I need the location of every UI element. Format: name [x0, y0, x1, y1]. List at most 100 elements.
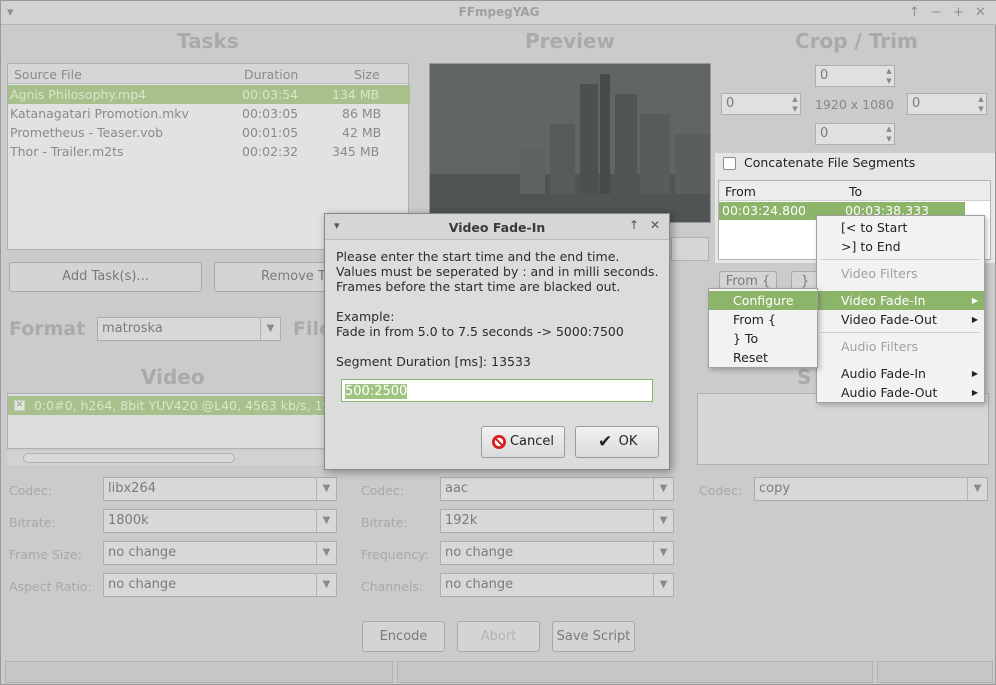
audio-bitrate-value: 192k — [445, 513, 478, 528]
status-bar-left — [5, 661, 393, 683]
audio-codec-label: Codec: — [361, 483, 405, 498]
format-select[interactable]: matroska ▼ — [97, 317, 281, 341]
spinner-arrows-icon[interactable]: ▲ ▼ — [884, 124, 894, 144]
crop-bottom-spinner[interactable]: 0 ▲ ▼ — [815, 123, 895, 145]
menu-item-video-fade-in[interactable]: Video Fade-In ▶ — [817, 291, 984, 310]
video-fade-in-label: Video Fade-In — [841, 293, 926, 308]
row-size: 42 MB — [342, 125, 382, 140]
stream-text: 0:0#0, h264, 8bit YUV420 @L40, 4563 kb/s… — [34, 398, 331, 413]
segment-context-menu: [< to Start >] to End Video Filters Vide… — [816, 215, 985, 403]
close-icon[interactable]: ✕ — [975, 5, 986, 20]
video-title: Video — [141, 365, 205, 389]
video-bitrate-select[interactable]: 1800k ▼ — [103, 509, 337, 533]
preview-slider-stub[interactable] — [671, 237, 709, 261]
frequency-select[interactable]: no change ▼ — [440, 541, 674, 565]
status-bar-middle — [397, 661, 873, 683]
audio-fade-out-label: Audio Fade-Out — [841, 385, 938, 400]
cancel-icon — [492, 435, 506, 449]
remove-task-button[interactable]: Remove Ta — [214, 262, 334, 292]
chevron-down-icon: ▼ — [653, 574, 673, 596]
video-codec-value: libx264 — [108, 481, 156, 496]
menu-item-to-start[interactable]: [< to Start — [817, 218, 984, 237]
submenu-arrow-icon: ▶ — [971, 296, 978, 305]
scrollbar-thumb[interactable] — [23, 453, 235, 463]
audio-bitrate-select[interactable]: 192k ▼ — [440, 509, 674, 533]
keep-above-icon[interactable]: ↑ — [909, 5, 920, 20]
video-codec-select[interactable]: libx264 ▼ — [103, 477, 337, 501]
row-file: Agnis Philosophy.mp4 — [10, 87, 147, 102]
row-duration: 00:01:05 — [242, 125, 299, 140]
audio-codec-select[interactable]: aac ▼ — [440, 477, 674, 501]
video-fade-out-label: Video Fade-Out — [841, 312, 937, 327]
frame-size-select[interactable]: no change ▼ — [103, 541, 337, 565]
table-row[interactable]: Thor - Trailer.m2ts 00:02:32 345 MB — [8, 142, 410, 161]
ok-label: OK — [618, 434, 638, 449]
crop-bottom-value: 0 — [820, 126, 829, 141]
column-duration[interactable]: Duration — [244, 67, 298, 82]
menu-item-video-fade-out[interactable]: Video Fade-Out ▶ — [817, 310, 984, 329]
subtitle-codec-value: copy — [759, 481, 791, 496]
row-duration: 00:03:05 — [242, 106, 299, 121]
format-value: matroska — [102, 321, 163, 336]
cancel-button[interactable]: Cancel — [481, 426, 565, 458]
add-tasks-button[interactable]: Add Task(s)... — [9, 262, 202, 292]
video-streams-list[interactable]: ✕ 0:0#0, h264, 8bit YUV420 @L40, 4563 kb… — [7, 393, 337, 449]
submenu-item-to[interactable]: } To — [709, 329, 817, 348]
example-text: Fade in from 5.0 to 7.5 seconds -> 5000:… — [336, 324, 624, 339]
crop-top-spinner[interactable]: 0 ▲ ▼ — [815, 65, 895, 87]
submenu-item-reset[interactable]: Reset — [709, 348, 817, 367]
crop-left-spinner[interactable]: 0 ▲ ▼ — [721, 93, 801, 115]
spinner-arrows-icon[interactable]: ▲ ▼ — [976, 94, 986, 114]
stream-checkbox[interactable]: ✕ — [14, 400, 25, 411]
column-to[interactable]: To — [849, 184, 862, 199]
maximize-icon[interactable]: + — [953, 5, 964, 20]
minimize-icon[interactable]: − — [931, 5, 942, 20]
instruction-line-1: Please enter the start time and the end … — [336, 249, 620, 264]
column-source-file[interactable]: Source File — [14, 67, 82, 82]
aspect-ratio-value: no change — [108, 577, 177, 592]
frame-size-value: no change — [108, 545, 177, 560]
tasks-title: Tasks — [177, 29, 239, 53]
column-from[interactable]: From — [725, 184, 756, 199]
encode-button[interactable]: Encode — [362, 621, 445, 652]
spinner-arrows-icon[interactable]: ▲ ▼ — [884, 66, 894, 86]
crop-right-spinner[interactable]: 0 ▲ ▼ — [907, 93, 987, 115]
menu-item-audio-fade-in[interactable]: Audio Fade-In ▶ — [817, 364, 984, 383]
instruction-line-2: Values must be seperated by : and in mil… — [336, 264, 659, 279]
spinner-arrows-icon[interactable]: ▲ ▼ — [790, 94, 800, 114]
save-script-button[interactable]: Save Script — [552, 621, 635, 652]
concat-label: Concatenate File Segments — [744, 155, 916, 170]
row-duration: 00:02:32 — [242, 144, 299, 159]
title-bar: ▾ FFmpegYAG ↑ − + ✕ — [1, 1, 996, 25]
row-file: Katanagatari Promotion.mkv — [10, 106, 189, 121]
list-item[interactable]: ✕ 0:0#0, h264, 8bit YUV420 @L40, 4563 kb… — [8, 396, 336, 415]
menu-item-audio-fade-out[interactable]: Audio Fade-Out ▶ — [817, 383, 984, 402]
table-row[interactable]: Agnis Philosophy.mp4 00:03:54 134 MB — [8, 85, 410, 104]
submenu-item-from[interactable]: From { — [709, 310, 817, 329]
column-size[interactable]: Size — [354, 67, 380, 82]
channels-select[interactable]: no change ▼ — [440, 573, 674, 597]
close-icon[interactable]: ✕ — [650, 218, 660, 232]
ok-button[interactable]: ✔ OK — [575, 426, 659, 458]
submenu-item-configure[interactable]: Configure — [709, 291, 817, 310]
concat-checkbox[interactable] — [723, 157, 736, 170]
aspect-ratio-select[interactable]: no change ▼ — [103, 573, 337, 597]
submenu-arrow-icon: ▶ — [971, 388, 978, 397]
table-row[interactable]: Katanagatari Promotion.mkv 00:03:05 86 M… — [8, 104, 410, 123]
table-row[interactable]: Prometheus - Teaser.vob 00:01:05 42 MB — [8, 123, 410, 142]
video-bitrate-value: 1800k — [108, 513, 149, 528]
subtitle-codec-select[interactable]: copy ▼ — [754, 477, 988, 501]
abort-button[interactable]: Abort — [457, 621, 540, 652]
menu-item-to-end[interactable]: >] to End — [817, 237, 984, 256]
menu-separator — [821, 259, 980, 260]
chevron-down-icon: ▼ — [316, 510, 336, 532]
subtitle-streams-list[interactable] — [697, 393, 989, 465]
fade-time-input[interactable]: 500:2500 — [341, 379, 653, 402]
audio-bitrate-label: Bitrate: — [361, 515, 408, 530]
keep-above-icon[interactable]: ↑ — [629, 218, 639, 232]
fade-time-value: 500:2500 — [345, 384, 408, 399]
chevron-down-icon: ▼ — [653, 542, 673, 564]
video-scrollbar[interactable] — [7, 451, 337, 465]
format-label: Format — [9, 318, 86, 340]
crop-left-value: 0 — [726, 96, 735, 111]
